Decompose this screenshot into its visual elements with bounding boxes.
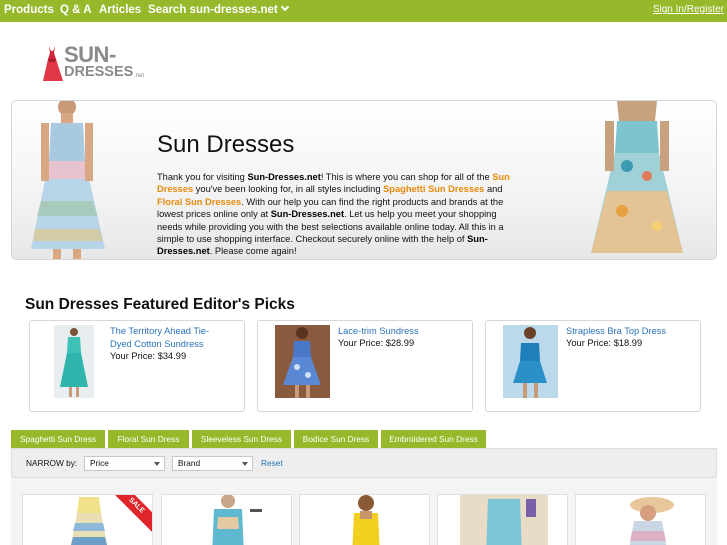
chevron-down-icon — [280, 2, 290, 12]
banner-site-name-1: Sun-Dresses.net — [247, 172, 321, 182]
banner-description: Thank you for visiting Sun-Dresses.net! … — [157, 171, 522, 258]
nav-qa[interactable]: Q & A — [60, 3, 92, 18]
model-right-image — [591, 101, 683, 253]
link-spaghetti-sun-dresses[interactable]: Spaghetti Sun Dresses — [383, 184, 484, 194]
tab-sleeveless-sun-dress[interactable]: Sleeveless Sun Dress — [192, 430, 291, 448]
reset-link[interactable]: Reset — [261, 458, 283, 468]
banner-site-name-2: Sun-Dresses.net — [270, 209, 345, 220]
product-image — [460, 495, 548, 545]
narrow-by-label: NARROW by: — [26, 458, 78, 468]
product-card[interactable] — [161, 494, 292, 545]
featured-section-title: Sun Dresses Featured Editor's Picks — [25, 296, 295, 313]
tab-spaghetti-sun-dress[interactable]: Spaghetti Sun Dress — [11, 430, 105, 448]
chevron-down-icon — [154, 462, 160, 466]
featured-pick-card[interactable]: Strapless Bra Top Dress Your Price: $18.… — [485, 320, 701, 412]
model-left-image — [31, 101, 105, 259]
intro-banner: Sun Dresses Thank you for visiting Sun-D… — [11, 100, 717, 260]
product-name-link[interactable]: Strapless Bra Top Dress — [566, 325, 691, 338]
product-card[interactable] — [437, 494, 568, 545]
logo-sun-text: SUN- — [64, 42, 116, 67]
product-thumbnail — [54, 325, 94, 398]
product-image — [212, 495, 262, 545]
product-price: Your Price: $28.99 — [338, 338, 415, 348]
product-name-link[interactable]: Lace-trim Sundress — [338, 325, 463, 338]
nav-articles[interactable]: Articles — [99, 3, 141, 18]
price-select-value: Price — [90, 458, 109, 468]
banner-text-7: . Please come again! — [209, 246, 297, 257]
dress-logo-icon — [43, 46, 63, 81]
product-card[interactable] — [575, 494, 706, 545]
product-image — [70, 497, 108, 545]
product-price: Your Price: $34.99 — [110, 351, 187, 361]
product-image — [352, 495, 380, 545]
top-nav-bar: Products Q & A Articles Search sun-dress… — [0, 0, 727, 22]
tab-bodice-sun-dress[interactable]: Bodice Sun Dress — [294, 430, 378, 448]
link-floral-sun-dresses[interactable]: Floral Sun Dresses — [157, 197, 241, 207]
sign-in-register-link[interactable]: Sign In/Register — [653, 4, 724, 15]
banner-title: Sun Dresses — [157, 131, 295, 158]
price-select[interactable]: Price — [84, 456, 165, 471]
brand-select[interactable]: Brand — [172, 456, 253, 471]
product-name-link[interactable]: The Territory Ahead Tie-Dyed Cotton Sund… — [110, 325, 225, 350]
product-thumbnail — [503, 325, 558, 398]
banner-text-1: Thank you for visiting — [157, 172, 248, 182]
logo-net-text: .net — [134, 73, 145, 79]
nav-search[interactable]: Search sun-dresses.net — [148, 2, 290, 18]
featured-pick-card[interactable]: Lace-trim Sundress Your Price: $28.99 — [257, 320, 473, 412]
featured-pick-card[interactable]: The Territory Ahead Tie-Dyed Cotton Sund… — [29, 320, 245, 412]
banner-text-3: you've been looking for, in all styles i… — [193, 184, 384, 195]
nav-search-label: Search sun-dresses.net — [148, 4, 278, 16]
tab-floral-sun-dress[interactable]: Floral Sun Dress — [108, 430, 189, 448]
product-card[interactable] — [299, 494, 430, 545]
tab-embroidered-sun-dress[interactable]: Embroidered Sun Dress — [381, 430, 486, 448]
banner-text-4: and — [484, 184, 503, 195]
product-price: Your Price: $18.99 — [566, 338, 643, 348]
brand-select-value: Brand — [178, 458, 201, 468]
chevron-down-icon — [242, 462, 248, 466]
narrow-by-bar: NARROW by: Price Brand Reset — [11, 448, 717, 478]
banner-text-2: ! This is where you can shop for all of … — [320, 172, 493, 182]
product-card[interactable]: SALE — [22, 494, 153, 545]
logo-dresses-text: DRESSES — [64, 64, 134, 80]
product-image — [629, 497, 674, 545]
product-thumbnail — [275, 325, 330, 398]
site-logo[interactable]: SUN- DRESSES .net — [40, 44, 150, 84]
nav-products[interactable]: Products — [4, 3, 54, 18]
